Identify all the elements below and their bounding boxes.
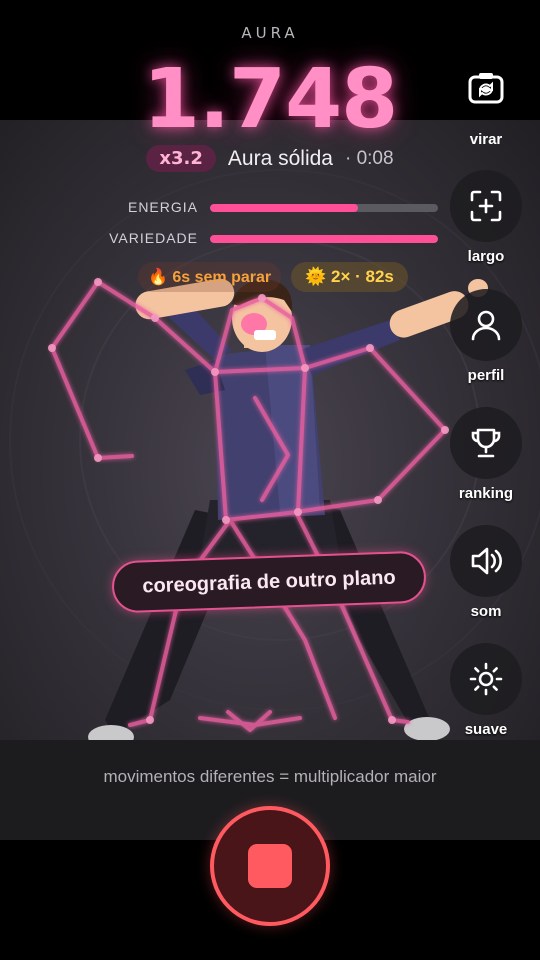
- wide-button[interactable]: largo: [450, 170, 522, 265]
- bonus-chip: 🌞 2× · 82s: [291, 262, 408, 292]
- streak-chip: 🔥 6s sem parar: [138, 262, 282, 292]
- smooth-label: suave: [464, 721, 508, 738]
- flip-camera-icon[interactable]: [466, 68, 506, 108]
- aura-status: Aura sólida: [227, 146, 333, 170]
- energy-meter: ENERGIA: [100, 199, 440, 219]
- smooth-button[interactable]: suave: [450, 643, 522, 738]
- energy-track: [210, 204, 438, 212]
- ranking-button[interactable]: ranking: [450, 407, 522, 502]
- ranking-label: ranking: [458, 485, 514, 502]
- stop-icon: [248, 844, 292, 888]
- sound-button[interactable]: som: [450, 525, 522, 620]
- sound-label: som: [470, 603, 502, 620]
- wide-label: largo: [467, 248, 505, 265]
- profile-label: perfil: [467, 367, 505, 384]
- profile-button[interactable]: perfil: [450, 289, 522, 384]
- flip-camera-label: virar: [469, 131, 503, 148]
- session-timer: · 0:08: [344, 147, 394, 169]
- status-chips: 🔥 6s sem parar 🌞 2× · 82s: [138, 262, 408, 292]
- wide-frame-icon: [470, 190, 502, 222]
- speaker-icon: [471, 547, 502, 575]
- brightness-icon: [469, 662, 503, 696]
- stop-record-button[interactable]: [210, 806, 330, 926]
- aura-label: AURA: [241, 24, 299, 42]
- move-callout: coreografia de outro plano: [111, 550, 427, 614]
- trophy-icon: [471, 428, 501, 458]
- status-row: x3.2 Aura sólida · 0:08: [0, 145, 540, 172]
- multiplier-badge: x3.2: [146, 145, 216, 172]
- hint-text: movimentos diferentes = multiplicador ma…: [103, 767, 437, 786]
- energy-label: ENERGIA: [127, 199, 198, 215]
- variety-track: [210, 235, 438, 243]
- energy-fill: [210, 204, 359, 212]
- variety-label: VARIEDADE: [109, 230, 198, 246]
- variety-meter: VARIEDADE: [100, 230, 440, 250]
- profile-icon: [471, 310, 501, 341]
- variety-fill: [210, 235, 438, 243]
